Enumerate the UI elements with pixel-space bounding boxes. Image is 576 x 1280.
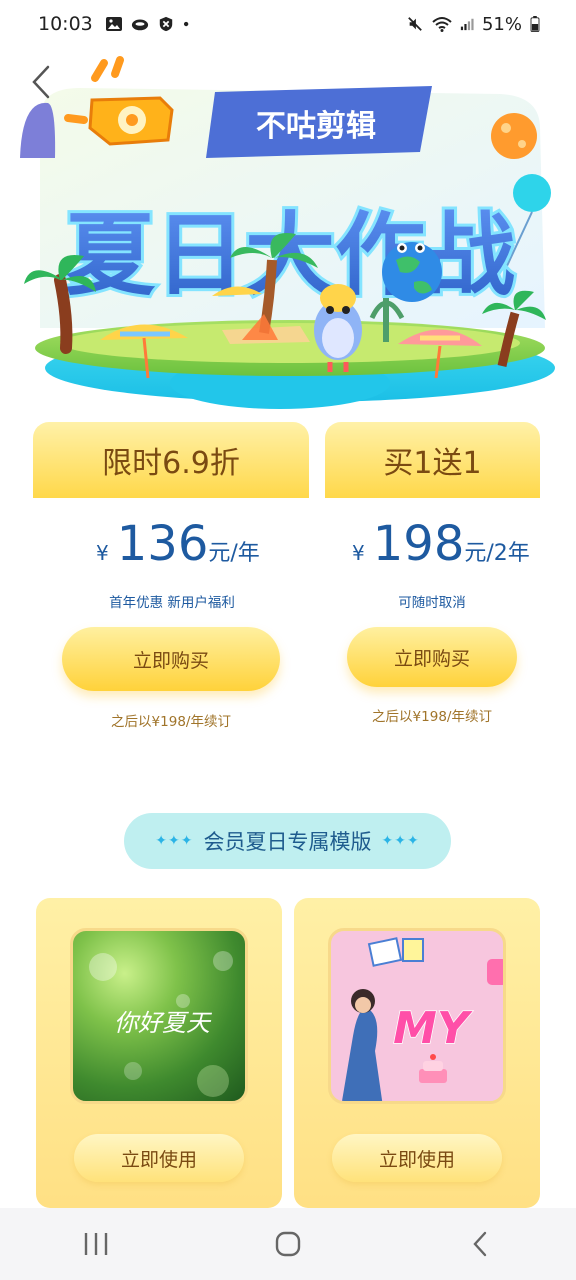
dot-icon <box>183 21 189 27</box>
battery-percent: 51% <box>481 13 522 35</box>
status-time: 10:03 <box>38 13 93 35</box>
use-template-button-my[interactable]: 立即使用 <box>332 1134 502 1182</box>
mute-icon <box>408 17 422 31</box>
use-template-button-summer[interactable]: 立即使用 <box>74 1134 244 1182</box>
shield-icon <box>159 16 172 32</box>
price-unit: 元/2年 <box>464 541 530 566</box>
price-value: 136 <box>116 516 209 572</box>
plan-note-yearly: 首年优惠 新用户福利 <box>109 595 235 611</box>
wifi-icon <box>432 17 452 32</box>
back-chevron-icon <box>473 1231 487 1257</box>
template-thumbnail-my[interactable]: MY <box>328 928 506 1104</box>
templates-section-title: ✦✦✦ 会员夏日专属模版 ✦✦✦ <box>124 813 451 869</box>
recent-apps-button[interactable] <box>56 1214 136 1274</box>
gallery-icon <box>105 17 122 31</box>
renew-note-yearly: 之后以¥198/年续订 <box>111 714 231 730</box>
buy-button-two-year[interactable]: 立即购买 <box>347 627 517 687</box>
cloud-icon <box>131 19 148 31</box>
promo-banner: 不咕剪辑 夏日大作战 <box>0 48 576 418</box>
bokeh-decoration: 你好夏天 <box>89 951 233 1097</box>
currency-symbol: ¥ <box>352 541 365 565</box>
back-button[interactable] <box>26 62 56 102</box>
recent-apps-icon <box>84 1233 108 1255</box>
price-value: 198 <box>372 516 465 572</box>
banner-illustration: 不咕剪辑 夏日大作战 <box>20 56 555 409</box>
plan-badge-discount[interactable]: 限时6.9折 <box>33 422 309 498</box>
template-card-summer[interactable]: 你好夏天 立即使用 <box>36 898 282 1208</box>
template-thumbnail-summer[interactable]: 你好夏天 <box>70 928 248 1104</box>
status-left-icons <box>105 16 193 32</box>
home-button[interactable] <box>248 1214 328 1274</box>
collage-decoration: MY <box>342 937 503 1101</box>
template-card-my[interactable]: MY 立即使用 <box>294 898 540 1208</box>
status-bar: 10:03 51% <box>0 0 576 48</box>
sparkle-icon: ✦✦✦ <box>155 833 194 849</box>
sparkle-icon: ✦✦✦ <box>381 833 420 849</box>
home-icon <box>275 1231 301 1257</box>
status-right: 51% <box>406 14 540 35</box>
plan-note-two-year: 可随时取消 <box>398 595 466 611</box>
signal-icon <box>460 18 474 31</box>
price-unit: 元/年 <box>208 541 260 566</box>
system-navigation-bar <box>0 1208 576 1280</box>
renew-note-two-year: 之后以¥198/年续订 <box>372 709 492 725</box>
plan-price-two-year: ¥ 198 元/2年 <box>352 520 530 568</box>
plan-price-yearly: ¥ 136 元/年 <box>96 520 260 568</box>
page: 10:03 51% 不咕剪辑 夏日大作战 限时6.9折 买1送1 ¥ 136 元… <box>0 0 576 1280</box>
section-title-text: 会员夏日专属模版 <box>203 830 372 854</box>
battery-icon <box>530 16 540 32</box>
chevron-left-icon <box>32 65 50 99</box>
system-back-button[interactable] <box>440 1214 520 1274</box>
plan-badge-bogo[interactable]: 买1送1 <box>325 422 540 498</box>
currency-symbol: ¥ <box>96 541 109 565</box>
banner-brand: 不咕剪辑 <box>256 109 376 144</box>
buy-button-yearly[interactable]: 立即购买 <box>62 627 280 691</box>
template-art-text: 你好夏天 <box>114 1009 213 1037</box>
template-art-text: MY <box>393 1003 473 1054</box>
